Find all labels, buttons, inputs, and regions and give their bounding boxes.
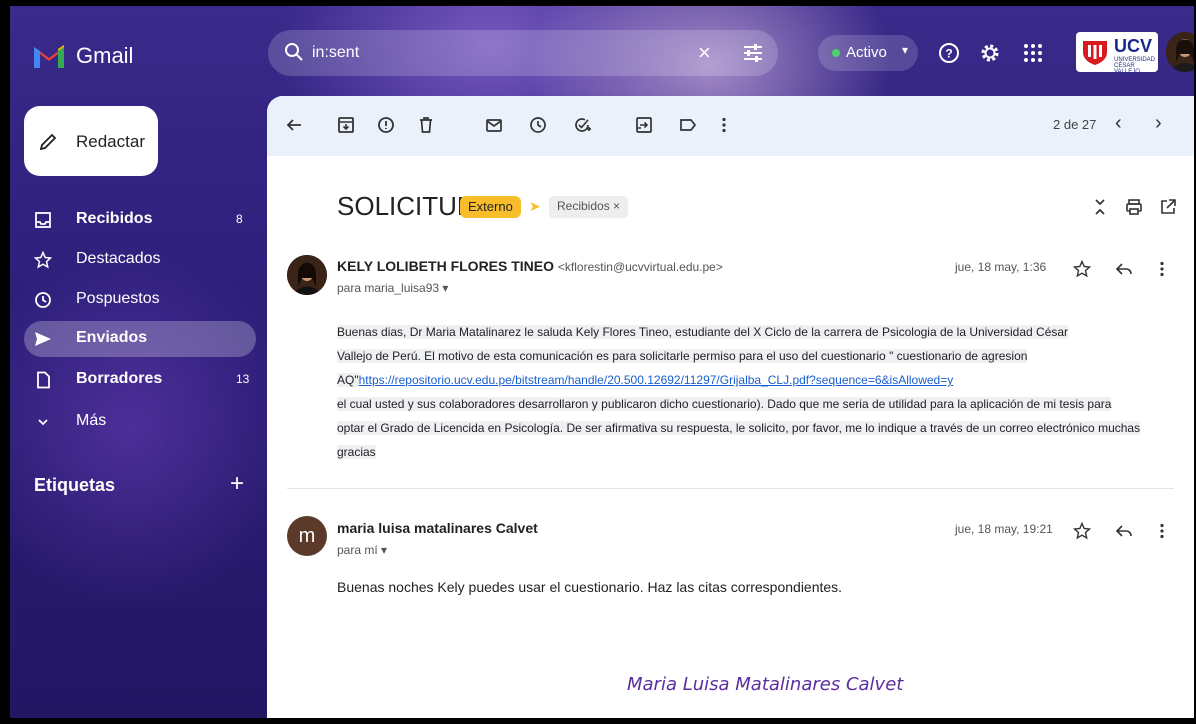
- chevron-left-icon[interactable]: ‹: [1115, 112, 1122, 135]
- sidebar-item-label: Enviados: [76, 329, 148, 346]
- status-dot: [832, 49, 840, 57]
- labels-heading: Etiquetas: [34, 475, 116, 495]
- pencil-icon: [39, 133, 57, 151]
- body-line: Vallejo de Perú. El motivo de esta comun…: [337, 349, 1028, 363]
- label-icon[interactable]: [679, 116, 697, 134]
- unread-count: 8: [236, 212, 243, 226]
- mark-unread-icon[interactable]: [485, 116, 503, 134]
- add-task-icon[interactable]: [573, 116, 591, 134]
- sidebar-item-label: Pospuestos: [76, 290, 160, 307]
- add-label-icon[interactable]: +: [230, 470, 244, 498]
- organization-logo[interactable]: UCV UNIVERSIDAD CÉSAR VALLEJO: [1076, 32, 1158, 75]
- sidebar-item-drafts[interactable]: Borradores 13: [24, 362, 256, 398]
- clock-icon: [35, 292, 51, 308]
- inbox-icon: [35, 212, 51, 228]
- star-icon[interactable]: [1073, 260, 1091, 278]
- chevron-down-icon: [38, 419, 48, 426]
- status-label: Activo: [846, 44, 887, 61]
- importance-marker-icon[interactable]: ➤: [529, 198, 541, 215]
- message-body: Buenas noches Kely puedes usar el cuesti…: [337, 579, 843, 595]
- send-icon: [35, 332, 51, 346]
- sender-name: maria luisa matalinares Calvet: [337, 520, 538, 536]
- sidebar-item-label: Más: [76, 412, 107, 429]
- recipient-details[interactable]: para mí ▾: [337, 543, 387, 557]
- sender-avatar[interactable]: m: [287, 516, 327, 556]
- profile-photo-icon: [1166, 32, 1194, 72]
- recipient-details[interactable]: para maria_luisa93 ▾: [337, 281, 448, 295]
- org-logo-text: UCV: [1114, 36, 1153, 56]
- body-line: optar el Grado de Licencida en Psicologí…: [337, 421, 1141, 435]
- sender-photo-icon: [287, 255, 327, 295]
- archive-icon[interactable]: [337, 116, 355, 134]
- body-line-prefix: AQ": [337, 373, 359, 387]
- drafts-count: 13: [236, 372, 250, 386]
- pagination-text: 2 de 27: [1053, 117, 1097, 132]
- snooze-icon[interactable]: [529, 116, 547, 134]
- help-icon[interactable]: ?: [938, 42, 960, 64]
- star-icon: [34, 251, 52, 269]
- sender-email: <kfloresti​n@ucvvirtual.edu.pe>: [557, 260, 723, 274]
- message-sender[interactable]: maria luisa matalinares Calvet: [337, 520, 538, 536]
- more-vert-icon[interactable]: [715, 116, 733, 134]
- inbox-label-chip[interactable]: Recibidos ×: [549, 196, 629, 218]
- gear-icon[interactable]: [978, 41, 1002, 65]
- body-line: gracias: [337, 445, 376, 459]
- message-body: Buenas dias, Dr Maria Matalinarez le sal…: [337, 320, 1167, 464]
- svg-text:?: ?: [945, 47, 952, 61]
- message-toolbar: 2 de 27 ‹ ›: [267, 96, 1194, 156]
- more-vert-icon[interactable]: [1153, 260, 1171, 278]
- message-view: 2 de 27 ‹ › SOLICITUD Externo ➤ Recibido…: [267, 96, 1194, 718]
- back-arrow-icon[interactable]: [285, 116, 303, 134]
- gmail-logo-icon[interactable]: [32, 42, 66, 68]
- org-logo-subtext: UNIVERSIDAD CÉSAR VALLEJO: [1114, 57, 1156, 75]
- sender-avatar[interactable]: [287, 255, 327, 295]
- message-divider: [287, 488, 1174, 489]
- search-options-icon[interactable]: [742, 42, 764, 64]
- sidebar-item-label: Destacados: [76, 250, 161, 267]
- compose-label: Redactar: [76, 132, 145, 151]
- search-icon[interactable]: [284, 42, 304, 62]
- sidebar-item-snoozed[interactable]: Pospuestos: [24, 282, 256, 318]
- ucv-shield-icon: [1083, 41, 1107, 65]
- open-in-new-window-icon[interactable]: [1159, 198, 1177, 216]
- sidebar-item-sent[interactable]: Enviados: [24, 321, 256, 357]
- print-icon[interactable]: [1125, 198, 1143, 216]
- search-bar[interactable]: ×: [268, 30, 778, 76]
- message-date: jue, 18 may, 1:36: [955, 260, 1047, 274]
- compose-button[interactable]: Redactar: [24, 106, 158, 176]
- sidebar-item-more[interactable]: Más: [24, 404, 256, 440]
- sidebar-item-inbox[interactable]: Recibidos 8: [24, 202, 256, 238]
- repository-link[interactable]: https://repositorio.ucv.edu.pe/bitstream…: [359, 373, 954, 387]
- more-vert-icon[interactable]: [1153, 522, 1171, 540]
- sidebar-item-starred[interactable]: Destacados: [24, 242, 256, 278]
- star-icon[interactable]: [1073, 522, 1091, 540]
- apps-grid-icon[interactable]: [1022, 42, 1044, 64]
- sidebar-item-label: Borradores: [76, 370, 163, 387]
- search-input[interactable]: [312, 42, 672, 64]
- reply-icon[interactable]: [1115, 260, 1133, 278]
- body-line: Buenas dias, Dr Maria Matalinarez le sal…: [337, 325, 1069, 339]
- draft-icon: [37, 371, 50, 389]
- sidebar-item-label: Recibidos: [76, 210, 153, 227]
- sender-name: KELY LOLIBETH FLORES TINEO: [337, 258, 555, 274]
- email-subject: SOLICITUD: [337, 191, 476, 221]
- message-sender[interactable]: KELY LOLIBETH FLORES TINEO <kfloresti​n@…: [337, 258, 723, 274]
- report-spam-icon[interactable]: [377, 116, 395, 134]
- status-selector[interactable]: Activo ▾: [818, 35, 918, 71]
- chevron-right-icon[interactable]: ›: [1155, 112, 1162, 135]
- message-date: jue, 18 may, 19:21: [955, 522, 1053, 536]
- body-line: el cual usted y sus colaboradores desarr…: [337, 397, 1112, 411]
- move-to-icon[interactable]: [635, 116, 653, 134]
- delete-icon[interactable]: [417, 116, 435, 134]
- clear-search-icon[interactable]: ×: [698, 40, 711, 66]
- account-avatar[interactable]: [1166, 32, 1194, 72]
- collapse-all-icon[interactable]: [1091, 198, 1109, 216]
- reply-icon[interactable]: [1115, 522, 1133, 540]
- app-name: Gmail: [76, 43, 134, 68]
- chevron-down-icon: ▾: [902, 43, 909, 57]
- external-badge: Externo: [460, 196, 521, 218]
- signature: Maria Luisa Matalinares Calvet: [627, 674, 904, 695]
